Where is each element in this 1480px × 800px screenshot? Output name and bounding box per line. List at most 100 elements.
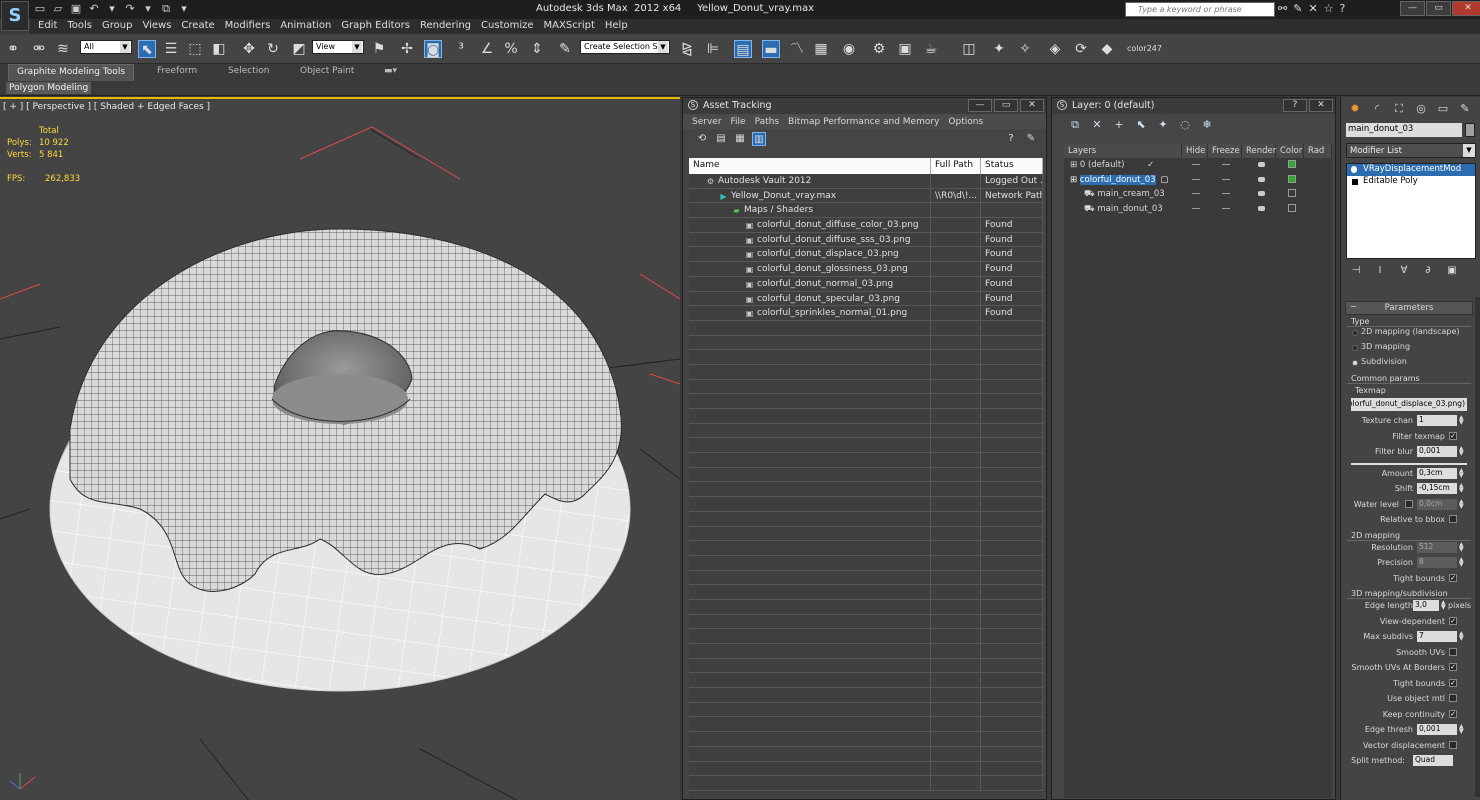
asset-row[interactable]: ▣ colorful_donut_displace_03.png Found	[689, 247, 1043, 263]
render-toggle[interactable]	[1242, 202, 1276, 217]
amount-input[interactable]: 0,3cm	[1417, 467, 1457, 479]
hierarchy-tab-icon[interactable]: ⛶	[1391, 101, 1407, 117]
perspective-viewport[interactable]: [ + ] [ Perspective ] [ Shaded + Edged F…	[0, 97, 680, 800]
menu-help[interactable]: Help	[603, 19, 636, 34]
modify-tab-icon[interactable]: ◜	[1369, 101, 1385, 117]
minimize-button[interactable]: —	[1400, 1, 1425, 16]
smooth-uvs-borders-checkbox[interactable]: ✓	[1449, 663, 1457, 671]
create-layer-icon[interactable]: ⧉	[1068, 118, 1082, 132]
bind-space-warp-icon[interactable]: ≋	[54, 40, 72, 58]
object-color-swatch[interactable]	[1465, 123, 1475, 137]
layer-row[interactable]: ⛟ main_cream_03	[1064, 187, 1332, 202]
script-a-icon[interactable]: ◈	[1046, 40, 1064, 58]
curve-editor-icon[interactable]: 〽	[788, 40, 806, 58]
maximize-button[interactable]: ▭	[994, 99, 1018, 112]
search-input[interactable]: Type a keyword or phrase	[1125, 2, 1275, 17]
hide-all-icon[interactable]: ◌	[1178, 118, 1192, 132]
spinner-icon[interactable]: ▲ ▼	[1459, 498, 1464, 509]
script-b-icon[interactable]: ⟳	[1072, 40, 1090, 58]
selection-filter-dropdown[interactable]: All ▼	[80, 40, 132, 54]
rendered-frame-window-icon[interactable]: ▣	[896, 40, 914, 58]
named-selection-dropdown[interactable]: Create Selection Se ▼	[580, 40, 670, 54]
column-full-path[interactable]: Full Path	[931, 158, 981, 174]
column-hide[interactable]: Hide	[1182, 144, 1208, 158]
tab-freeform[interactable]: Freeform	[157, 66, 197, 76]
layer-row[interactable]: ⊞ colorful_donut_03 ▢	[1064, 173, 1332, 188]
show-end-result-icon[interactable]: Ⅰ	[1373, 265, 1387, 279]
freeze-toggle[interactable]	[1208, 202, 1242, 217]
display-tab-icon[interactable]: ▭	[1435, 101, 1451, 117]
radio-subdivision[interactable]: Subdivision	[1347, 357, 1471, 372]
snaps-toggle-icon[interactable]: ³	[452, 40, 470, 58]
hide-toggle[interactable]	[1182, 173, 1208, 188]
vray-frame-buffer-icon[interactable]: ◫	[960, 40, 978, 58]
parameters-rollout-header[interactable]: − Parameters	[1345, 301, 1473, 315]
filter-texmap-checkbox[interactable]: ✓	[1449, 431, 1457, 440]
configure-sets-icon[interactable]: ▣	[1445, 265, 1459, 279]
spinner-icon[interactable]: ▲ ▼	[1459, 483, 1464, 494]
highlight-layer-icon[interactable]: ✦	[1156, 118, 1170, 132]
rectangular-region-icon[interactable]: ⬚	[186, 40, 204, 58]
asset-row[interactable]: ▰ Maps / Shaders	[689, 203, 1043, 219]
menu-customize[interactable]: Customize	[479, 19, 542, 34]
column-layers[interactable]: Layers	[1064, 144, 1182, 158]
menu-modifiers[interactable]: Modifiers	[223, 19, 279, 34]
remove-modifier-icon[interactable]: ∂	[1421, 265, 1435, 279]
menu-animation[interactable]: Animation	[278, 19, 339, 34]
scale-icon[interactable]: ◩	[290, 40, 308, 58]
window-crossing-icon[interactable]: ◧	[210, 40, 228, 58]
keyboard-shortcut-override-icon[interactable]: ◙	[424, 40, 442, 58]
layer-row[interactable]: ⊞ 0 (default) ✓	[1064, 158, 1332, 173]
at-menu-bitmap-performance[interactable]: Bitmap Performance and Memory	[788, 117, 939, 129]
asset-row[interactable]: ▣ colorful_donut_diffuse_sss_03.png Found	[689, 232, 1043, 248]
redo-icon[interactable]: ↷	[124, 3, 136, 15]
select-object-icon[interactable]: ⬉	[138, 40, 156, 58]
redo-dropdown-icon[interactable]: ▾	[142, 3, 154, 15]
expand-icon[interactable]	[1352, 179, 1358, 185]
water-level-input[interactable]: 0,0cm	[1417, 498, 1457, 510]
hide-toggle[interactable]	[1182, 158, 1208, 173]
tab-object-paint[interactable]: Object Paint	[300, 66, 354, 76]
asset-row[interactable]: ⚙ Autodesk Vault 2012 Logged Out ...	[689, 174, 1043, 189]
menu-rendering[interactable]: Rendering	[418, 19, 479, 34]
undo-icon[interactable]: ↶	[88, 3, 100, 15]
layer-row[interactable]: ⛟ main_donut_03	[1064, 202, 1332, 217]
maximize-button[interactable]: ▭	[1426, 1, 1451, 16]
edit-named-selection-icon[interactable]: ✎	[556, 40, 574, 58]
spinner-icon[interactable]: ▲ ▼	[1459, 446, 1464, 457]
reference-coordinate-dropdown[interactable]: View ▼	[312, 40, 364, 54]
layer-color-swatch[interactable]	[1276, 158, 1304, 173]
asset-row[interactable]: ▣ colorful_sprinkles_normal_01.png Found	[689, 306, 1043, 321]
asset-tracking-titlebar[interactable]: S Asset Tracking — ▭ ✕	[683, 98, 1046, 114]
asset-row[interactable]: ▣ colorful_donut_specular_03.png Found	[689, 291, 1043, 307]
delete-layer-icon[interactable]: ✕	[1090, 118, 1104, 132]
hide-toggle[interactable]	[1182, 187, 1208, 202]
script-c-icon[interactable]: ◆	[1098, 40, 1116, 58]
view-dependent-checkbox[interactable]: ✓	[1449, 616, 1457, 625]
help-icon[interactable]: ?	[1004, 132, 1018, 146]
texture-chan-input[interactable]: 1	[1417, 415, 1457, 426]
asset-row[interactable]: ▶ Yellow_Donut_vray.max \\R0\d\!... Network…	[689, 188, 1043, 204]
at-menu-paths[interactable]: Paths	[755, 117, 779, 129]
freeze-toggle[interactable]	[1208, 158, 1242, 173]
radio-2d-mapping[interactable]: 2D mapping (landscape)	[1347, 327, 1471, 342]
angle-snap-icon[interactable]: ∠	[478, 40, 496, 58]
favorites-star-icon[interactable]: ☆	[1324, 2, 1334, 15]
refresh-icon[interactable]: ⟲	[695, 132, 709, 146]
spinner-icon[interactable]: ▲ ▼	[1459, 557, 1464, 568]
render-toggle[interactable]	[1242, 187, 1276, 202]
select-by-name-icon[interactable]: ☰	[162, 40, 180, 58]
motion-tab-icon[interactable]: ◎	[1413, 101, 1429, 117]
column-name[interactable]: Name	[689, 158, 931, 174]
polygon-modeling-panel[interactable]: Polygon Modeling	[6, 82, 92, 94]
tab-graphite-modeling-tools[interactable]: Graphite Modeling Tools	[8, 64, 135, 81]
render-production-icon[interactable]: ☕	[922, 40, 940, 58]
move-icon[interactable]: ✥	[240, 40, 258, 58]
freeze-toggle[interactable]	[1208, 187, 1242, 202]
spinner-icon[interactable]: ▲ ▼	[1459, 631, 1464, 642]
make-unique-icon[interactable]: ∀	[1397, 265, 1411, 279]
customize-qa-icon[interactable]: ▾	[178, 3, 190, 15]
menu-graph-editors[interactable]: Graph Editors	[339, 19, 418, 34]
layer-manager-icon[interactable]: ▤	[734, 40, 752, 58]
asset-row[interactable]: ▣ colorful_donut_normal_03.png Found	[689, 276, 1043, 292]
